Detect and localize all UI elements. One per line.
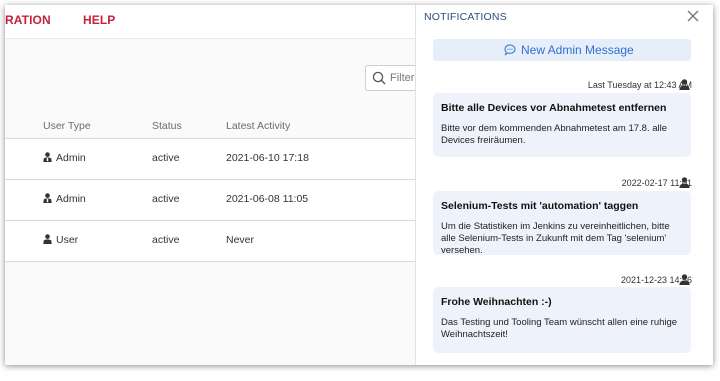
notification-card[interactable]: Selenium-Tests mit 'automation' taggen U… bbox=[433, 191, 691, 256]
user-type-label: Admin bbox=[56, 152, 86, 164]
top-navigation: RATION HELP bbox=[5, 5, 415, 39]
table-row[interactable]: Admin active 2021-06-10 17:18 bbox=[5, 139, 415, 179]
user-type-cell: User bbox=[43, 234, 78, 246]
close-icon[interactable] bbox=[686, 9, 700, 23]
latest-activity-cell: Never bbox=[226, 234, 255, 246]
latest-activity-cell: 2021-06-10 17:18 bbox=[226, 152, 309, 164]
user-type-label: Admin bbox=[56, 193, 86, 205]
chat-bubble-icon bbox=[504, 44, 516, 56]
admin-user-icon bbox=[43, 193, 52, 203]
notifications-title: NOTIFICATIONS bbox=[424, 11, 507, 23]
latest-activity-cell: 2021-06-08 11:05 bbox=[226, 193, 309, 205]
app-window: RATION HELP Filter u User Type Status La… bbox=[5, 5, 713, 365]
notification-body: Bitte vor dem kommenden Abnahmetest am 1… bbox=[441, 123, 668, 146]
search-icon bbox=[372, 71, 386, 85]
status-cell: active bbox=[152, 152, 180, 164]
notification-body: Um die Statistiken im Jenkins zu vereinh… bbox=[441, 221, 670, 256]
avatar-icon bbox=[679, 274, 690, 285]
notification-card[interactable]: Bitte alle Devices vor Abnahmetest entfe… bbox=[433, 93, 691, 157]
table-row[interactable]: User active Never bbox=[5, 221, 415, 261]
notification-title: Bitte alle Devices vor Abnahmetest entfe… bbox=[441, 102, 667, 114]
notification-card[interactable]: Frohe Weihnachten :-) Das Testing und To… bbox=[433, 287, 691, 353]
table-divider bbox=[5, 261, 415, 262]
avatar-icon bbox=[679, 177, 690, 188]
avatar-icon bbox=[679, 79, 690, 90]
nav-item-help[interactable]: HELP bbox=[83, 13, 115, 27]
column-header-user-type[interactable]: User Type bbox=[43, 120, 91, 132]
user-type-cell: Admin bbox=[43, 152, 86, 164]
user-type-label: User bbox=[56, 234, 79, 246]
notification-body: Das Testing und Tooling Team wünscht all… bbox=[441, 317, 678, 340]
table-row[interactable]: Admin active 2021-06-08 11:05 bbox=[5, 180, 415, 220]
status-cell: active bbox=[152, 234, 180, 246]
new-admin-message-label: New Admin Message bbox=[521, 43, 634, 57]
notification-title: Frohe Weihnachten :-) bbox=[441, 296, 552, 308]
notification-title: Selenium-Tests mit 'automation' taggen bbox=[441, 200, 639, 212]
column-header-status[interactable]: Status bbox=[152, 120, 182, 132]
notification-timestamp: Last Tuesday at 12:43 AM bbox=[587, 80, 692, 90]
user-type-cell: Admin bbox=[43, 193, 86, 205]
status-cell: active bbox=[152, 193, 180, 205]
admin-user-icon bbox=[43, 152, 52, 162]
column-header-latest-activity[interactable]: Latest Activity bbox=[226, 120, 290, 132]
notifications-panel: NOTIFICATIONS New Admin Message Last Tue… bbox=[415, 5, 713, 365]
nav-item-administration[interactable]: RATION bbox=[5, 13, 51, 27]
new-admin-message-button[interactable]: New Admin Message bbox=[433, 39, 691, 61]
user-icon bbox=[43, 234, 52, 244]
